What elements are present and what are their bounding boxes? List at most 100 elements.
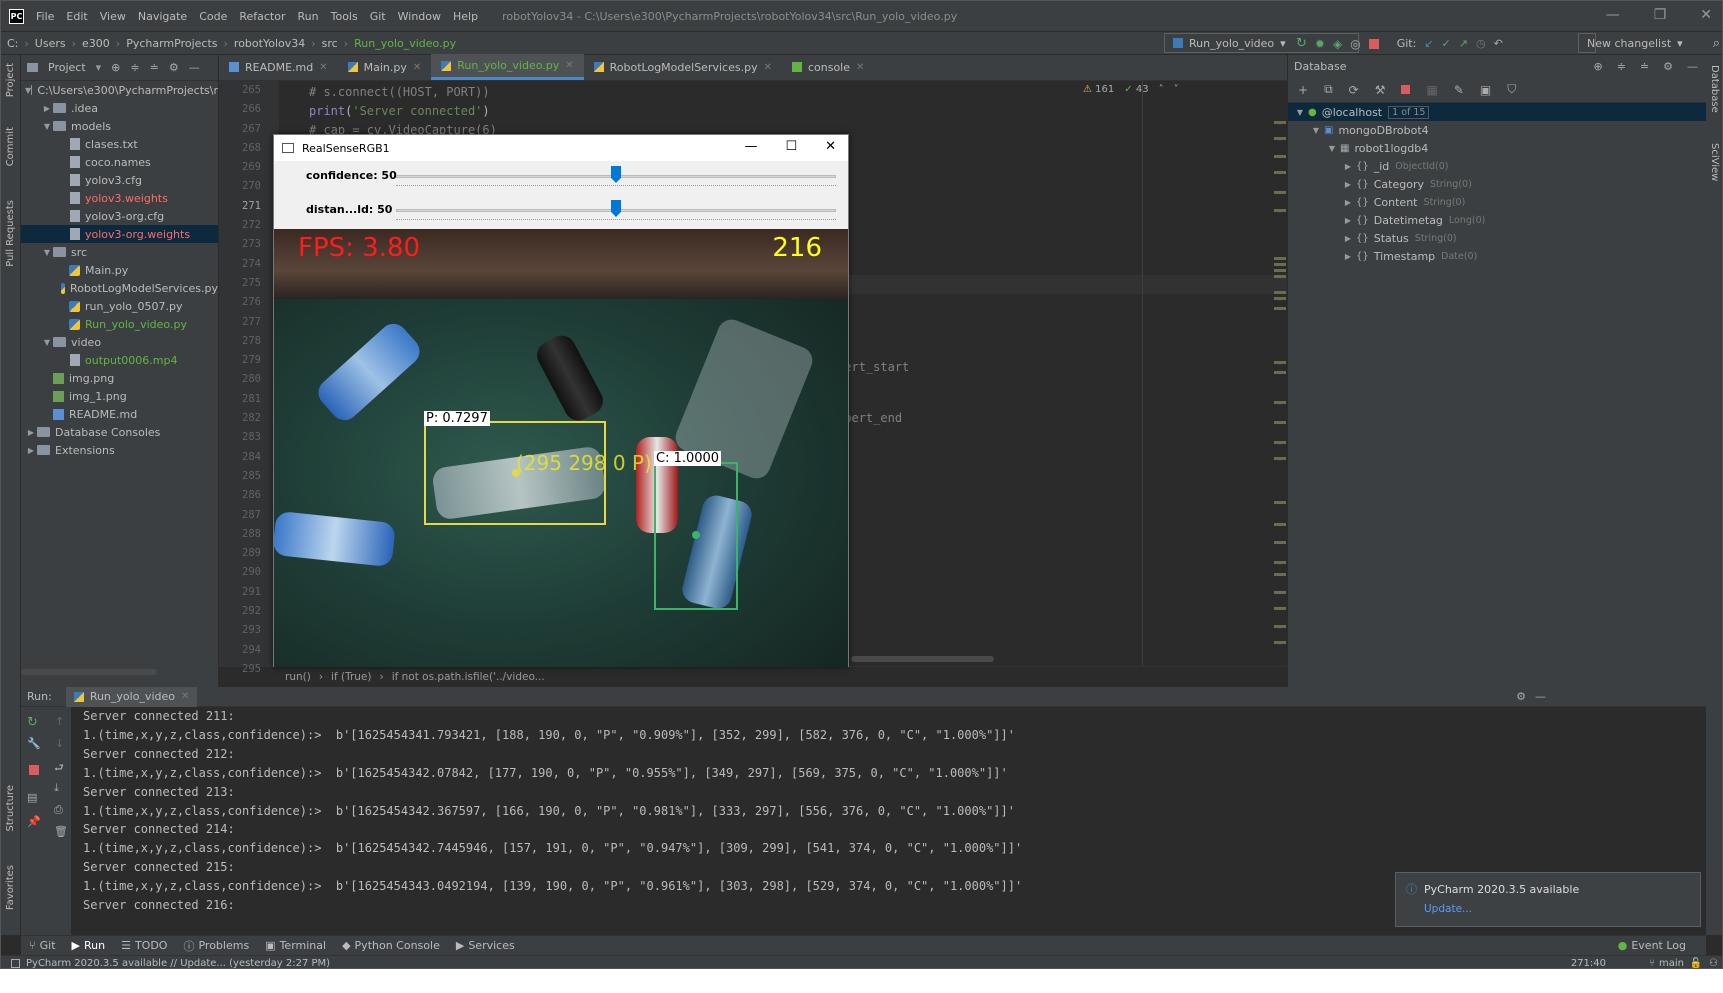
chevron-right-icon[interactable]: ▶: [25, 428, 37, 437]
chevron-down-icon[interactable]: ▾: [96, 61, 102, 74]
breadcrumb-drive[interactable]: C:: [7, 37, 18, 50]
close-tab-icon[interactable]: ✕: [565, 60, 573, 71]
database-tree-item[interactable]: ▼ ▦ robot1logdb4: [1288, 139, 1706, 157]
schema-icon[interactable]: ⚒: [1375, 83, 1386, 97]
run-tab[interactable]: Run_yolo_video ✕: [65, 686, 198, 707]
stripe-mark[interactable]: [1274, 361, 1286, 364]
project-tree-item[interactable]: Run_yolo_video.py: [21, 315, 218, 333]
tool-todo[interactable]: ☰ TODO: [121, 939, 167, 952]
line-number[interactable]: 290: [219, 563, 261, 582]
chevron-down-icon[interactable]: ▼: [1326, 144, 1338, 153]
stripe-mark[interactable]: [1274, 541, 1286, 544]
project-tree-item[interactable]: Main.py: [21, 261, 218, 279]
run-console-output[interactable]: Server connected 211: 1.(time,x,y,z,class…: [83, 707, 1022, 915]
console-icon[interactable]: ▣: [1480, 83, 1491, 97]
line-number[interactable]: 280: [219, 370, 261, 389]
stripe-mark[interactable]: [1274, 421, 1286, 424]
line-number[interactable]: 283: [219, 428, 261, 447]
editor-tab[interactable]: console ✕: [782, 54, 874, 80]
collapse-all-icon[interactable]: ≐: [1640, 60, 1649, 73]
tool-database[interactable]: Database: [1709, 65, 1720, 113]
menu-help[interactable]: Help: [453, 10, 478, 23]
chevron-down-icon[interactable]: ▼: [41, 248, 53, 257]
copy-icon[interactable]: ⧉: [1324, 82, 1333, 97]
breadcrumb-file[interactable]: Run_yolo_video.py: [354, 37, 456, 50]
filter-icon[interactable]: ⛉: [1507, 82, 1516, 97]
stripe-mark[interactable]: [1274, 209, 1286, 212]
line-number[interactable]: 272: [219, 216, 261, 235]
close-tab-icon[interactable]: ✕: [181, 691, 189, 702]
changelist-selector[interactable]: New changelist ▾: [1578, 33, 1683, 53]
tool-favorites[interactable]: Favorites: [5, 865, 16, 910]
database-tree-item[interactable]: ▼ ● @localhost 1 of 15: [1288, 103, 1706, 121]
stripe-mark[interactable]: [1274, 641, 1286, 644]
minimize-icon[interactable]: —: [1606, 7, 1620, 23]
project-tree-item[interactable]: coco.names: [21, 153, 218, 171]
menu-code[interactable]: Code: [199, 10, 227, 23]
line-number[interactable]: 285: [219, 467, 261, 486]
close-icon[interactable]: ✕: [1700, 7, 1712, 23]
caret-position[interactable]: 271:40: [1571, 958, 1606, 969]
git-update-icon[interactable]: ↙: [1424, 37, 1433, 50]
project-tree-item[interactable]: output0006.mp4: [21, 351, 218, 369]
gear-icon[interactable]: ⚙: [169, 61, 179, 74]
hide-icon[interactable]: —: [1535, 690, 1546, 703]
project-tree-item[interactable]: img.png: [21, 369, 218, 387]
project-tree-item[interactable]: ▼ video: [21, 333, 218, 351]
project-tree-item[interactable]: ▶ Extensions: [21, 441, 218, 459]
toggle-tool-windows-icon[interactable]: [11, 958, 20, 968]
breadcrumb-users[interactable]: Users: [35, 37, 66, 50]
rerun-icon[interactable]: ↻: [27, 715, 38, 730]
chevron-right-icon[interactable]: ▶: [1342, 252, 1354, 261]
stop-icon[interactable]: [1368, 38, 1379, 49]
memory-icon[interactable]: ⚇: [1709, 958, 1718, 969]
chevron-right-icon[interactable]: ▶: [1342, 198, 1354, 207]
cv-window-titlebar[interactable]: RealSenseRGB1 — ☐ ✕: [274, 135, 848, 161]
confidence-slider-thumb[interactable]: [611, 166, 621, 183]
distance-slider[interactable]: distan...ld: 50: [274, 195, 848, 229]
project-tree-item[interactable]: run_yolo_0507.py: [21, 297, 218, 315]
gear-icon[interactable]: ⚙: [1516, 690, 1526, 703]
collapse-all-icon[interactable]: ≐: [150, 61, 159, 74]
editor-tab[interactable]: Run_yolo_video.py ✕: [431, 54, 584, 80]
stripe-mark[interactable]: [1274, 263, 1286, 266]
menu-navigate[interactable]: Navigate: [138, 10, 187, 23]
line-number[interactable]: 284: [219, 448, 261, 467]
menu-view[interactable]: View: [100, 10, 126, 23]
stripe-mark[interactable]: [1274, 591, 1286, 594]
line-number[interactable]: 279: [219, 351, 261, 370]
project-tree-item[interactable]: ▼ models: [21, 117, 218, 135]
project-tree-item[interactable]: ▶ .idea: [21, 99, 218, 117]
stripe-mark[interactable]: [1274, 307, 1286, 310]
tool-event-log[interactable]: ● Event Log: [1618, 939, 1686, 952]
line-number[interactable]: 295: [219, 660, 261, 679]
menu-file[interactable]: File: [36, 10, 54, 23]
stripe-mark[interactable]: [1274, 561, 1286, 564]
editor-horizontal-scrollbar[interactable]: [851, 656, 994, 662]
stripe-mark[interactable]: [1274, 501, 1286, 504]
code-line[interactable]: print('Server connected'): [309, 104, 490, 118]
menu-git[interactable]: Git: [370, 10, 386, 23]
tool-commit[interactable]: Commit: [5, 127, 16, 166]
table-icon[interactable]: ▦: [1426, 83, 1437, 97]
database-tree-item[interactable]: ▶{} Timestamp Date(0): [1288, 247, 1706, 265]
chevron-down-icon[interactable]: ▼: [1294, 108, 1306, 117]
scroll-down-icon[interactable]: ↓: [55, 737, 64, 750]
tool-sciview[interactable]: SciView: [1709, 143, 1720, 181]
breadcrumb-project[interactable]: robotYolov34: [234, 37, 305, 50]
project-scrollbar[interactable]: [21, 669, 157, 675]
restore-icon[interactable]: ❐: [1654, 7, 1667, 23]
chevron-up-icon[interactable]: ˄: [1159, 84, 1164, 95]
stripe-mark[interactable]: [1274, 171, 1286, 174]
close-tab-icon[interactable]: ✕: [856, 62, 864, 73]
minimize-icon[interactable]: —: [744, 139, 757, 154]
soft-wrap-icon[interactable]: ⮐: [54, 759, 64, 778]
line-number[interactable]: 291: [219, 583, 261, 602]
stripe-mark[interactable]: [1274, 155, 1286, 158]
database-tree-item[interactable]: ▶{} Category String(0): [1288, 175, 1706, 193]
database-tree-item[interactable]: ▶{} _id ObjectId(0): [1288, 157, 1706, 175]
close-icon[interactable]: ✕: [825, 139, 836, 154]
stripe-mark[interactable]: [1274, 625, 1286, 628]
stripe-mark[interactable]: [1274, 269, 1286, 272]
line-number[interactable]: 269: [219, 158, 261, 177]
